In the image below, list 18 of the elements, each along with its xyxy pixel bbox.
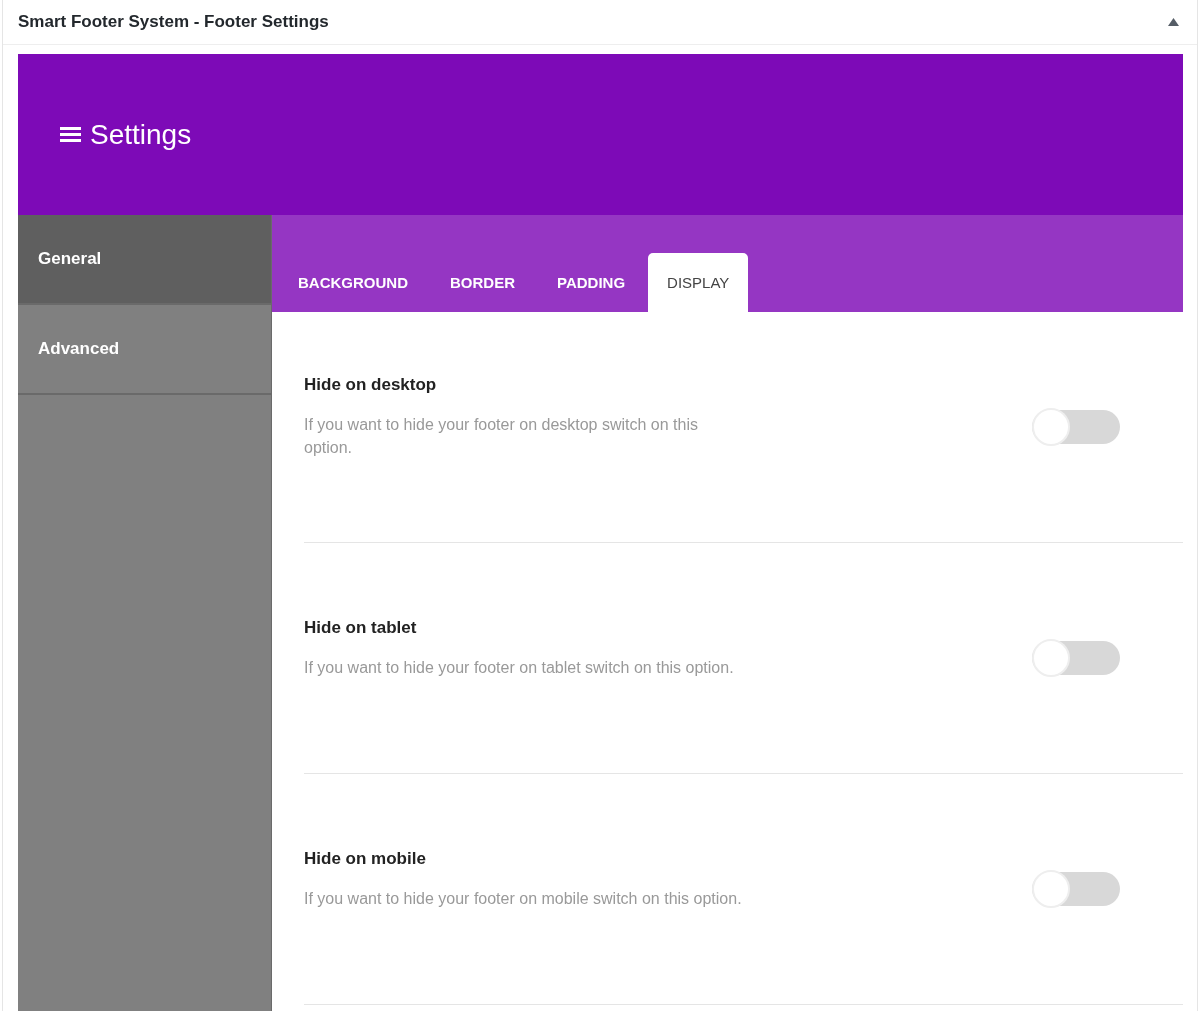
settings-title: Settings: [90, 118, 192, 151]
setting-description: If you want to hide your footer on tablet switch on this option.: [304, 657, 735, 678]
setting-description: If you want to hide your footer on desktop switch on this option.: [304, 415, 699, 458]
setting-description: If you want to hide your footer on mobile switch on this option.: [304, 888, 743, 909]
setting-title: Hide on mobile: [304, 848, 427, 869]
setting-title: Hide on desktop: [304, 375, 438, 395]
panel-title: Smart Footer System - Footer Settings: [18, 12, 329, 32]
setting-title: Hide on tablet: [304, 617, 418, 638]
tab[interactable]: DISPLAY: [648, 253, 749, 312]
menu-icon: [60, 127, 81, 142]
tab[interactable]: BORDER: [431, 253, 534, 312]
tab[interactable]: PADDING: [538, 253, 645, 312]
collapse-triangle-icon[interactable]: [1168, 18, 1179, 26]
tab[interactable]: BACKGROUND: [279, 253, 427, 312]
toggle-switch[interactable]: [1032, 872, 1120, 906]
toggle-switch[interactable]: [1032, 641, 1120, 675]
sidebar-item[interactable]: General: [18, 215, 271, 305]
toggle-switch[interactable]: [1032, 410, 1120, 444]
